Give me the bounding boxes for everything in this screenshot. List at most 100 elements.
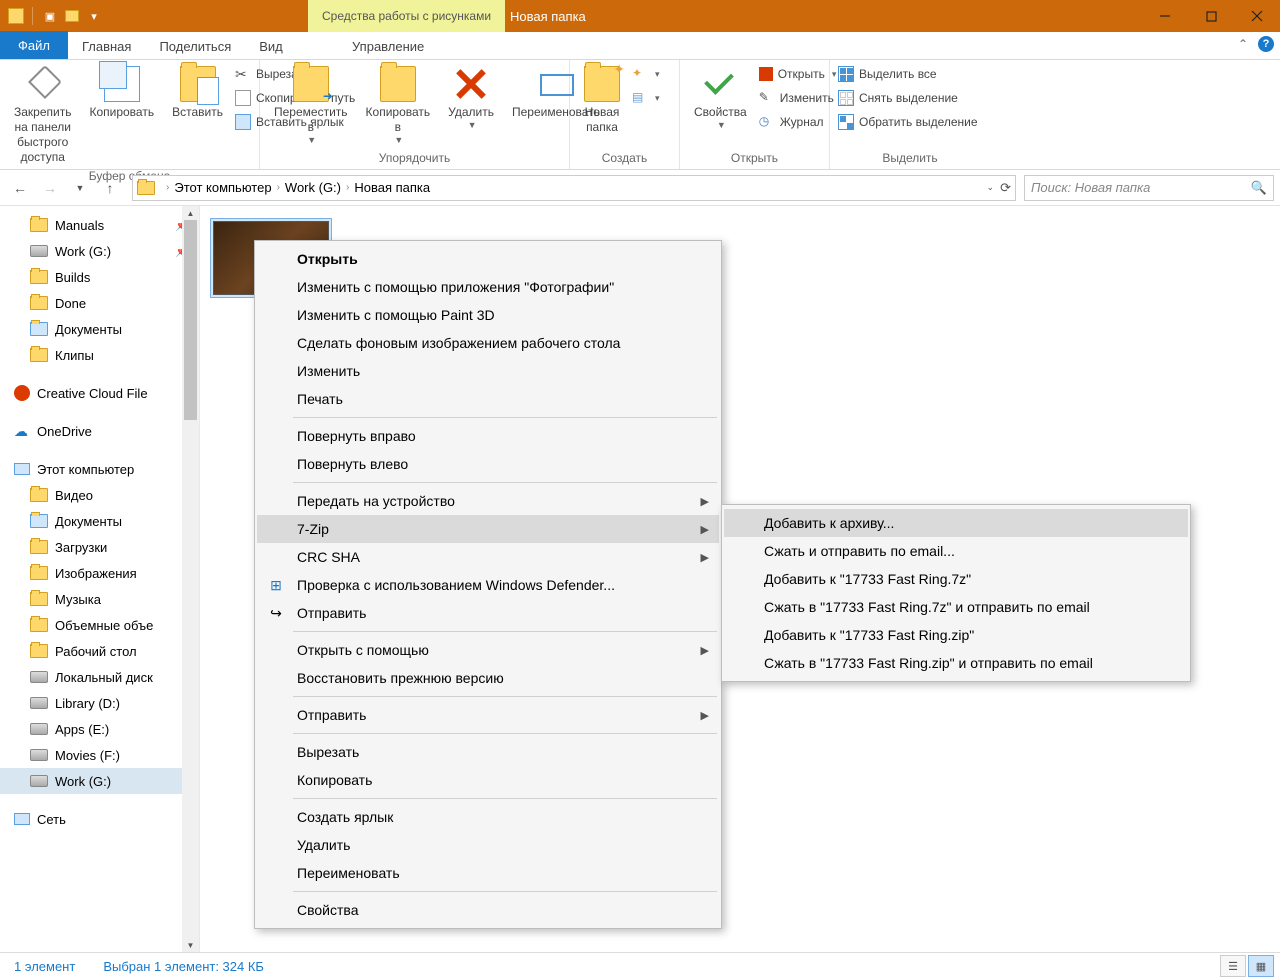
nav-item[interactable]: Изображения xyxy=(0,560,199,586)
select-all-button[interactable]: Выделить все xyxy=(838,64,978,84)
ctx-defender[interactable]: ⊞Проверка с использованием Windows Defen… xyxy=(257,571,719,599)
ctx-restore-version[interactable]: Восстановить прежнюю версию xyxy=(257,664,719,692)
easy-access-button[interactable]: ▾ xyxy=(632,88,660,108)
ctx-rename[interactable]: Переименовать xyxy=(257,859,719,887)
sub-add-zip[interactable]: Добавить к "17733 Fast Ring.zip" xyxy=(724,621,1188,649)
chevron-right-icon[interactable]: › xyxy=(341,182,354,193)
ctx-edit-photos[interactable]: Изменить с помощью приложения "Фотографи… xyxy=(257,273,719,301)
search-input[interactable]: Поиск: Новая папка 🔍 xyxy=(1024,175,1274,201)
pin-to-quickaccess-button[interactable]: Закрепить на панели быстрого доступа xyxy=(8,64,77,167)
history-button[interactable]: Журнал xyxy=(759,112,837,132)
sub-compress-7z-email[interactable]: Сжать в "17733 Fast Ring.7z" и отправить… xyxy=(724,593,1188,621)
sub-add-7z[interactable]: Добавить к "17733 Fast Ring.7z" xyxy=(724,565,1188,593)
nav-item[interactable]: Музыка xyxy=(0,586,199,612)
recent-locations-dropdown[interactable]: ▼ xyxy=(66,174,94,202)
minimize-button[interactable] xyxy=(1142,0,1188,32)
ctx-open-with[interactable]: Открыть с помощью▶ xyxy=(257,636,719,664)
nav-network[interactable]: Сеть xyxy=(0,806,199,832)
ctx-cast[interactable]: Передать на устройство▶ xyxy=(257,487,719,515)
nav-item[interactable]: Видео xyxy=(0,482,199,508)
refresh-button[interactable]: ⟳ xyxy=(1000,180,1011,196)
select-none-button[interactable]: Снять выделение xyxy=(838,88,978,108)
ctx-open[interactable]: Открыть xyxy=(257,245,719,273)
qat-customize-dropdown[interactable]: ▾ xyxy=(85,7,103,25)
tab-view[interactable]: Вид xyxy=(245,33,297,59)
ctx-delete[interactable]: Удалить xyxy=(257,831,719,859)
ctx-cut[interactable]: Вырезать xyxy=(257,738,719,766)
ctx-set-wallpaper[interactable]: Сделать фоновым изображением рабочего ст… xyxy=(257,329,719,357)
view-details-button[interactable]: ☰ xyxy=(1220,955,1246,977)
nav-item[interactable]: Рабочий стол xyxy=(0,638,199,664)
nav-item[interactable]: Документы xyxy=(0,508,199,534)
breadcrumb-segment[interactable]: Work (G:) xyxy=(285,180,341,195)
view-thumbnails-button[interactable]: ▦ xyxy=(1248,955,1274,977)
chevron-right-icon[interactable]: › xyxy=(272,182,285,193)
invert-selection-button[interactable]: Обратить выделение xyxy=(838,112,978,132)
nav-item[interactable]: Builds xyxy=(0,264,199,290)
back-button[interactable]: ← xyxy=(6,174,34,202)
nav-item[interactable]: Apps (E:) xyxy=(0,716,199,742)
nav-creative-cloud[interactable]: Creative Cloud File xyxy=(0,380,199,406)
sub-compress-email[interactable]: Сжать и отправить по email... xyxy=(724,537,1188,565)
delete-button[interactable]: Удалить▼ xyxy=(442,64,500,133)
ctx-rotate-left[interactable]: Повернуть влево xyxy=(257,450,719,478)
tab-share[interactable]: Поделиться xyxy=(145,33,245,59)
ctx-edit[interactable]: Изменить xyxy=(257,357,719,385)
ctx-print[interactable]: Печать xyxy=(257,385,719,413)
ctx-create-shortcut[interactable]: Создать ярлык xyxy=(257,803,719,831)
sub-compress-zip-email[interactable]: Сжать в "17733 Fast Ring.zip" и отправит… xyxy=(724,649,1188,677)
ctx-send-to[interactable]: Отправить▶ xyxy=(257,701,719,729)
ribbon-collapse-button[interactable]: ⌃ xyxy=(1232,35,1254,53)
copy-button[interactable]: Копировать xyxy=(83,64,160,122)
tab-file[interactable]: Файл xyxy=(0,31,68,59)
maximize-button[interactable] xyxy=(1188,0,1234,32)
qat-properties-icon[interactable]: ▣ xyxy=(41,7,59,25)
paste-button[interactable]: Вставить xyxy=(166,64,229,122)
up-button[interactable]: ↑ xyxy=(96,174,124,202)
ctx-rotate-right[interactable]: Повернуть вправо xyxy=(257,422,719,450)
edit-button[interactable]: Изменить xyxy=(759,88,837,108)
close-button[interactable] xyxy=(1234,0,1280,32)
ctx-crc-sha[interactable]: CRC SHA▶ xyxy=(257,543,719,571)
breadcrumb-segment[interactable]: Новая папка xyxy=(354,180,430,195)
scroll-down-button[interactable]: ▼ xyxy=(182,938,199,952)
nav-item[interactable]: Done xyxy=(0,290,199,316)
breadcrumb[interactable]: › Этот компьютер › Work (G:) › Новая пап… xyxy=(132,175,1016,201)
nav-item[interactable]: Work (G:)📌 xyxy=(0,238,199,264)
ctx-edit-paint3d[interactable]: Изменить с помощью Paint 3D xyxy=(257,301,719,329)
nav-item[interactable]: Локальный диск xyxy=(0,664,199,690)
new-item-button[interactable]: ▾ xyxy=(632,64,660,84)
scroll-up-button[interactable]: ▲ xyxy=(182,206,199,220)
chevron-right-icon[interactable]: › xyxy=(161,182,174,193)
nav-item[interactable]: Загрузки xyxy=(0,534,199,560)
nav-item[interactable]: Work (G:) xyxy=(0,768,199,794)
ctx-share[interactable]: ↪Отправить xyxy=(257,599,719,627)
ctx-properties[interactable]: Свойства xyxy=(257,896,719,924)
scroll-thumb[interactable] xyxy=(184,220,197,420)
navpane-scrollbar[interactable]: ▲ ▼ xyxy=(182,206,199,952)
ctx-copy[interactable]: Копировать xyxy=(257,766,719,794)
tab-home[interactable]: Главная xyxy=(68,33,145,59)
qat-newfolder-icon[interactable] xyxy=(63,7,81,25)
nav-item[interactable]: Manuals📌 xyxy=(0,212,199,238)
move-to-button[interactable]: ➜ Переместить в▼ xyxy=(268,64,354,148)
new-folder-button[interactable]: ✦ Новая папка xyxy=(578,64,626,137)
sub-add-archive[interactable]: Добавить к архиву... xyxy=(724,509,1188,537)
nav-item[interactable]: Объемные объе xyxy=(0,612,199,638)
help-button[interactable]: ? xyxy=(1258,36,1274,52)
open-button[interactable]: Открыть▾ xyxy=(759,64,837,84)
forward-button[interactable]: → xyxy=(36,174,64,202)
tab-manage[interactable]: Управление xyxy=(338,33,438,59)
nav-this-pc[interactable]: Этот компьютер xyxy=(0,456,199,482)
nav-item[interactable]: Клипы xyxy=(0,342,199,368)
nav-item[interactable]: Movies (F:) xyxy=(0,742,199,768)
search-icon[interactable]: 🔍 xyxy=(1251,180,1267,196)
nav-item[interactable]: Документы xyxy=(0,316,199,342)
nav-item[interactable]: Library (D:) xyxy=(0,690,199,716)
properties-button[interactable]: Свойства▼ xyxy=(688,64,753,133)
breadcrumb-segment[interactable]: Этот компьютер xyxy=(174,180,271,195)
nav-onedrive[interactable]: ☁OneDrive xyxy=(0,418,199,444)
ctx-7zip[interactable]: 7-Zip▶ xyxy=(257,515,719,543)
address-dropdown[interactable]: ⌄ xyxy=(987,182,995,193)
copy-to-button[interactable]: Копировать в▼ xyxy=(360,64,437,148)
